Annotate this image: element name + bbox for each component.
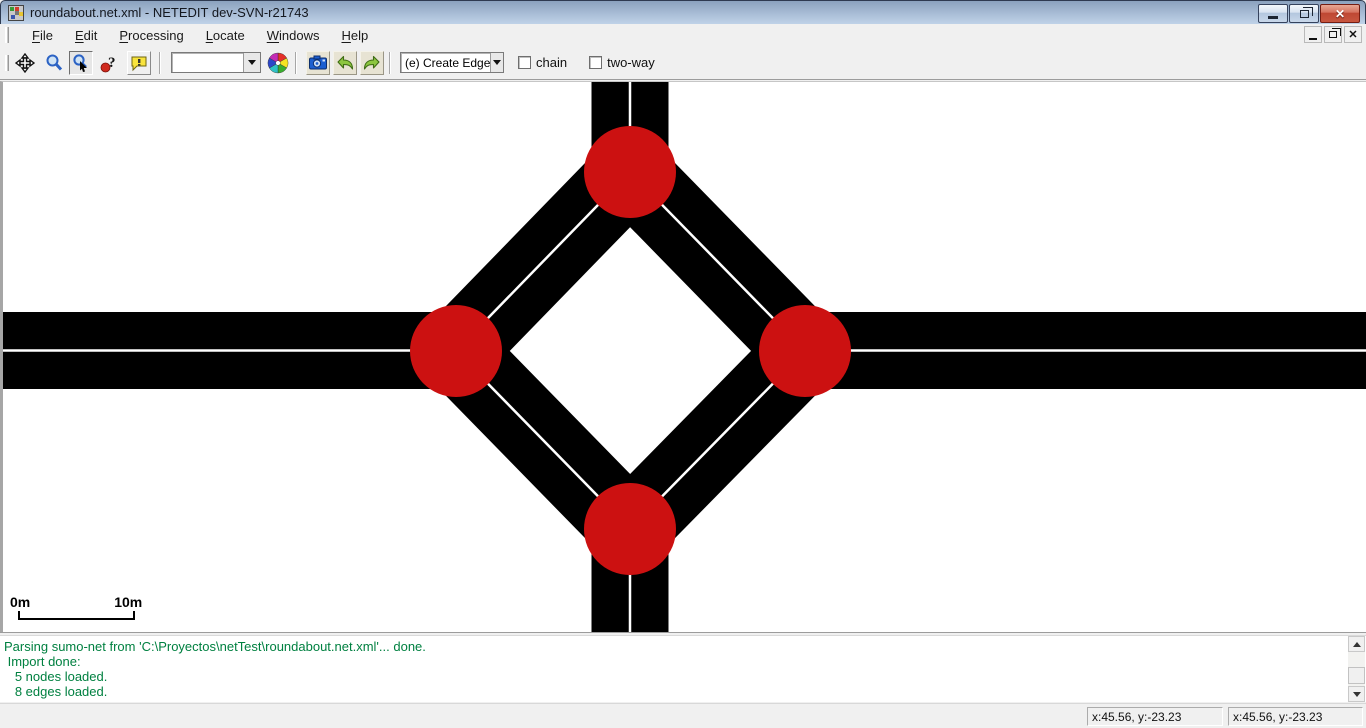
close-button[interactable]: ✕ [1320, 4, 1360, 23]
view-combobox[interactable] [171, 52, 261, 73]
locate-question-icon: ? [100, 53, 120, 73]
zoom-icon [44, 53, 64, 73]
scroll-down-button[interactable] [1348, 686, 1365, 702]
edit-coloring-button[interactable] [266, 51, 290, 75]
menu-item-windows[interactable]: Windows [256, 26, 331, 45]
menu-item-processing[interactable]: Processing [108, 26, 194, 45]
junction-node[interactable] [410, 305, 502, 397]
svg-text:?: ? [108, 55, 116, 71]
log-scrollbar[interactable] [1348, 636, 1365, 702]
scale-left-label: 0m [10, 594, 30, 610]
minimize-button[interactable] [1258, 4, 1288, 23]
edit-mode-value: (e) Create Edge [401, 56, 490, 70]
chain-checkbox[interactable] [518, 56, 531, 69]
zoom-button[interactable] [42, 51, 66, 75]
message-bubble-icon [129, 53, 149, 73]
view-combobox-dropdown[interactable] [243, 53, 260, 72]
network-canvas[interactable]: 0m 10m [0, 81, 1366, 632]
scroll-thumb[interactable] [1348, 667, 1365, 684]
zoom-cursor-button[interactable] [69, 51, 93, 75]
edit-mode-combobox[interactable]: (e) Create Edge [400, 52, 504, 73]
scale-bar: 0m 10m [8, 594, 168, 620]
color-wheel-icon [267, 52, 289, 74]
junction-node[interactable] [584, 126, 676, 218]
scroll-up-button[interactable] [1348, 636, 1365, 652]
edit-mode-dropdown[interactable] [490, 53, 503, 72]
log-lines: Parsing sumo-net from 'C:\Proyectos\netT… [4, 639, 1346, 699]
log-line: Import done: [4, 654, 1346, 669]
redo-icon [362, 53, 382, 73]
junction-node[interactable] [584, 483, 676, 575]
mdi-close-button[interactable]: ✕ [1344, 26, 1362, 43]
message-window-button[interactable] [127, 51, 151, 75]
twoway-checkbox-group: two-way [589, 55, 655, 70]
menu-item-file[interactable]: File [21, 26, 64, 45]
log-line: 5 nodes loaded. [4, 669, 1346, 684]
menu-item-help[interactable]: Help [330, 26, 379, 45]
window-title: roundabout.net.xml - NETEDIT dev-SVN-r21… [30, 5, 309, 20]
chain-label: chain [536, 55, 567, 70]
log-line: 8 edges loaded. [4, 684, 1346, 699]
scale-right-label: 10m [114, 594, 142, 610]
toolbar-grip[interactable] [5, 55, 9, 71]
menu-item-edit[interactable]: Edit [64, 26, 108, 45]
undo-button[interactable] [333, 51, 357, 75]
scale-bracket [18, 611, 135, 620]
toolbar: ? [0, 46, 1366, 80]
twoway-checkbox[interactable] [589, 56, 602, 69]
zoom-cursor-icon [71, 53, 91, 73]
camera-icon [308, 53, 328, 73]
menubar-grip[interactable] [5, 27, 9, 43]
restore-button[interactable] [1289, 4, 1319, 23]
redo-button[interactable] [360, 51, 384, 75]
junction-node[interactable] [759, 305, 851, 397]
mouse-coordinates-0: x:45.56, y:-23.23 [1087, 707, 1223, 726]
move-icon [15, 53, 35, 73]
screenshot-button[interactable] [306, 51, 330, 75]
netedit-window: roundabout.net.xml - NETEDIT dev-SVN-r21… [0, 0, 1366, 728]
network-svg[interactable] [0, 82, 1366, 632]
menu-items: FileEditProcessingLocateWindowsHelp [21, 26, 379, 45]
mdi-minimize-button[interactable] [1304, 26, 1322, 43]
message-log[interactable]: Parsing sumo-net from 'C:\Proyectos\netT… [0, 636, 1366, 702]
title-bar[interactable]: roundabout.net.xml - NETEDIT dev-SVN-r21… [0, 0, 1366, 24]
menu-bar: FileEditProcessingLocateWindowsHelp ✕ [0, 24, 1366, 46]
mdi-restore-button[interactable] [1324, 26, 1342, 43]
undo-icon [335, 53, 355, 73]
menu-item-locate[interactable]: Locate [195, 26, 256, 45]
move-view-button[interactable] [13, 51, 37, 75]
status-bar: x:45.56, y:-23.23 x:45.56, y:-23.23 [0, 703, 1366, 728]
mouse-coordinates-1: x:45.56, y:-23.23 [1228, 707, 1363, 726]
recenter-button[interactable]: ? [98, 51, 122, 75]
app-icon [8, 5, 24, 21]
chain-checkbox-group: chain [518, 55, 567, 70]
log-line: Parsing sumo-net from 'C:\Proyectos\netT… [4, 639, 1346, 654]
twoway-label: two-way [607, 55, 655, 70]
